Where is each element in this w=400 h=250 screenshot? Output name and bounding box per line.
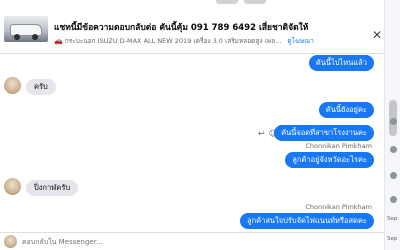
message-incoming: ครับ [26,79,56,95]
message-outgoing: คันนี้ไปไหนแล้ว [308,55,374,71]
wheel [32,34,38,40]
conversation-header: แชทนี้มีข้อความตอบกลับต่อ คันนี้คุ้ม 091… [0,6,384,54]
message-input[interactable] [22,235,362,248]
message-outgoing: คันนี้ยังอยู่คะ [318,102,374,118]
side-label: Sep [387,216,398,222]
status-dot [390,196,397,203]
message-list: คันนี้ไปไหนแล้ว ครับ คันนี้ยังอยู่คะ ↩ ☺ … [0,55,384,230]
sender-name: Chonnikan Pimkham [305,142,372,150]
listing-text: กระบะนอก ISUZU D-MAX ALL NEW 2019 เครื่อ… [64,37,282,45]
avatar[interactable] [4,77,21,94]
status-dot [390,118,397,125]
message-outgoing: ลูกค้าสนใจปรับจัดไฟแนนท์หรือสดคะ [239,213,374,229]
wheel [14,34,20,40]
reply-icon[interactable]: ↩ [258,129,265,138]
scrollbar[interactable]: Sep Sep [384,0,400,250]
close-icon[interactable]: ✕ [372,29,382,41]
avatar [4,235,17,248]
top-pill [244,0,266,4]
side-label: Sep [387,236,398,242]
top-pill [216,0,238,4]
car-icon: 🚗 [54,37,63,45]
message-outgoing: ลูกค้าอยู่จังหวัดอะไรคะ [285,152,374,168]
view-ad-link[interactable]: ดูโฆษณา [287,37,314,45]
status-dot [390,146,397,153]
message-outgoing: คันนี้จอดที่สาขาโรงงานคะ [274,125,374,141]
listing-thumbnail[interactable] [4,16,48,42]
message-incoming: ปิ่งกาฬครับ [26,180,79,196]
sender-name: Chonnikan Pimkham [305,203,372,211]
conversation-title: แชทนี้มีข้อความตอบกลับต่อ คันนี้คุ้ม 091… [54,23,309,33]
status-dot [390,172,397,179]
composer [0,232,384,250]
avatar[interactable] [4,178,21,195]
listing-subtitle: 🚗 กระบะนอก ISUZU D-MAX ALL NEW 2019 เครื… [54,36,314,46]
